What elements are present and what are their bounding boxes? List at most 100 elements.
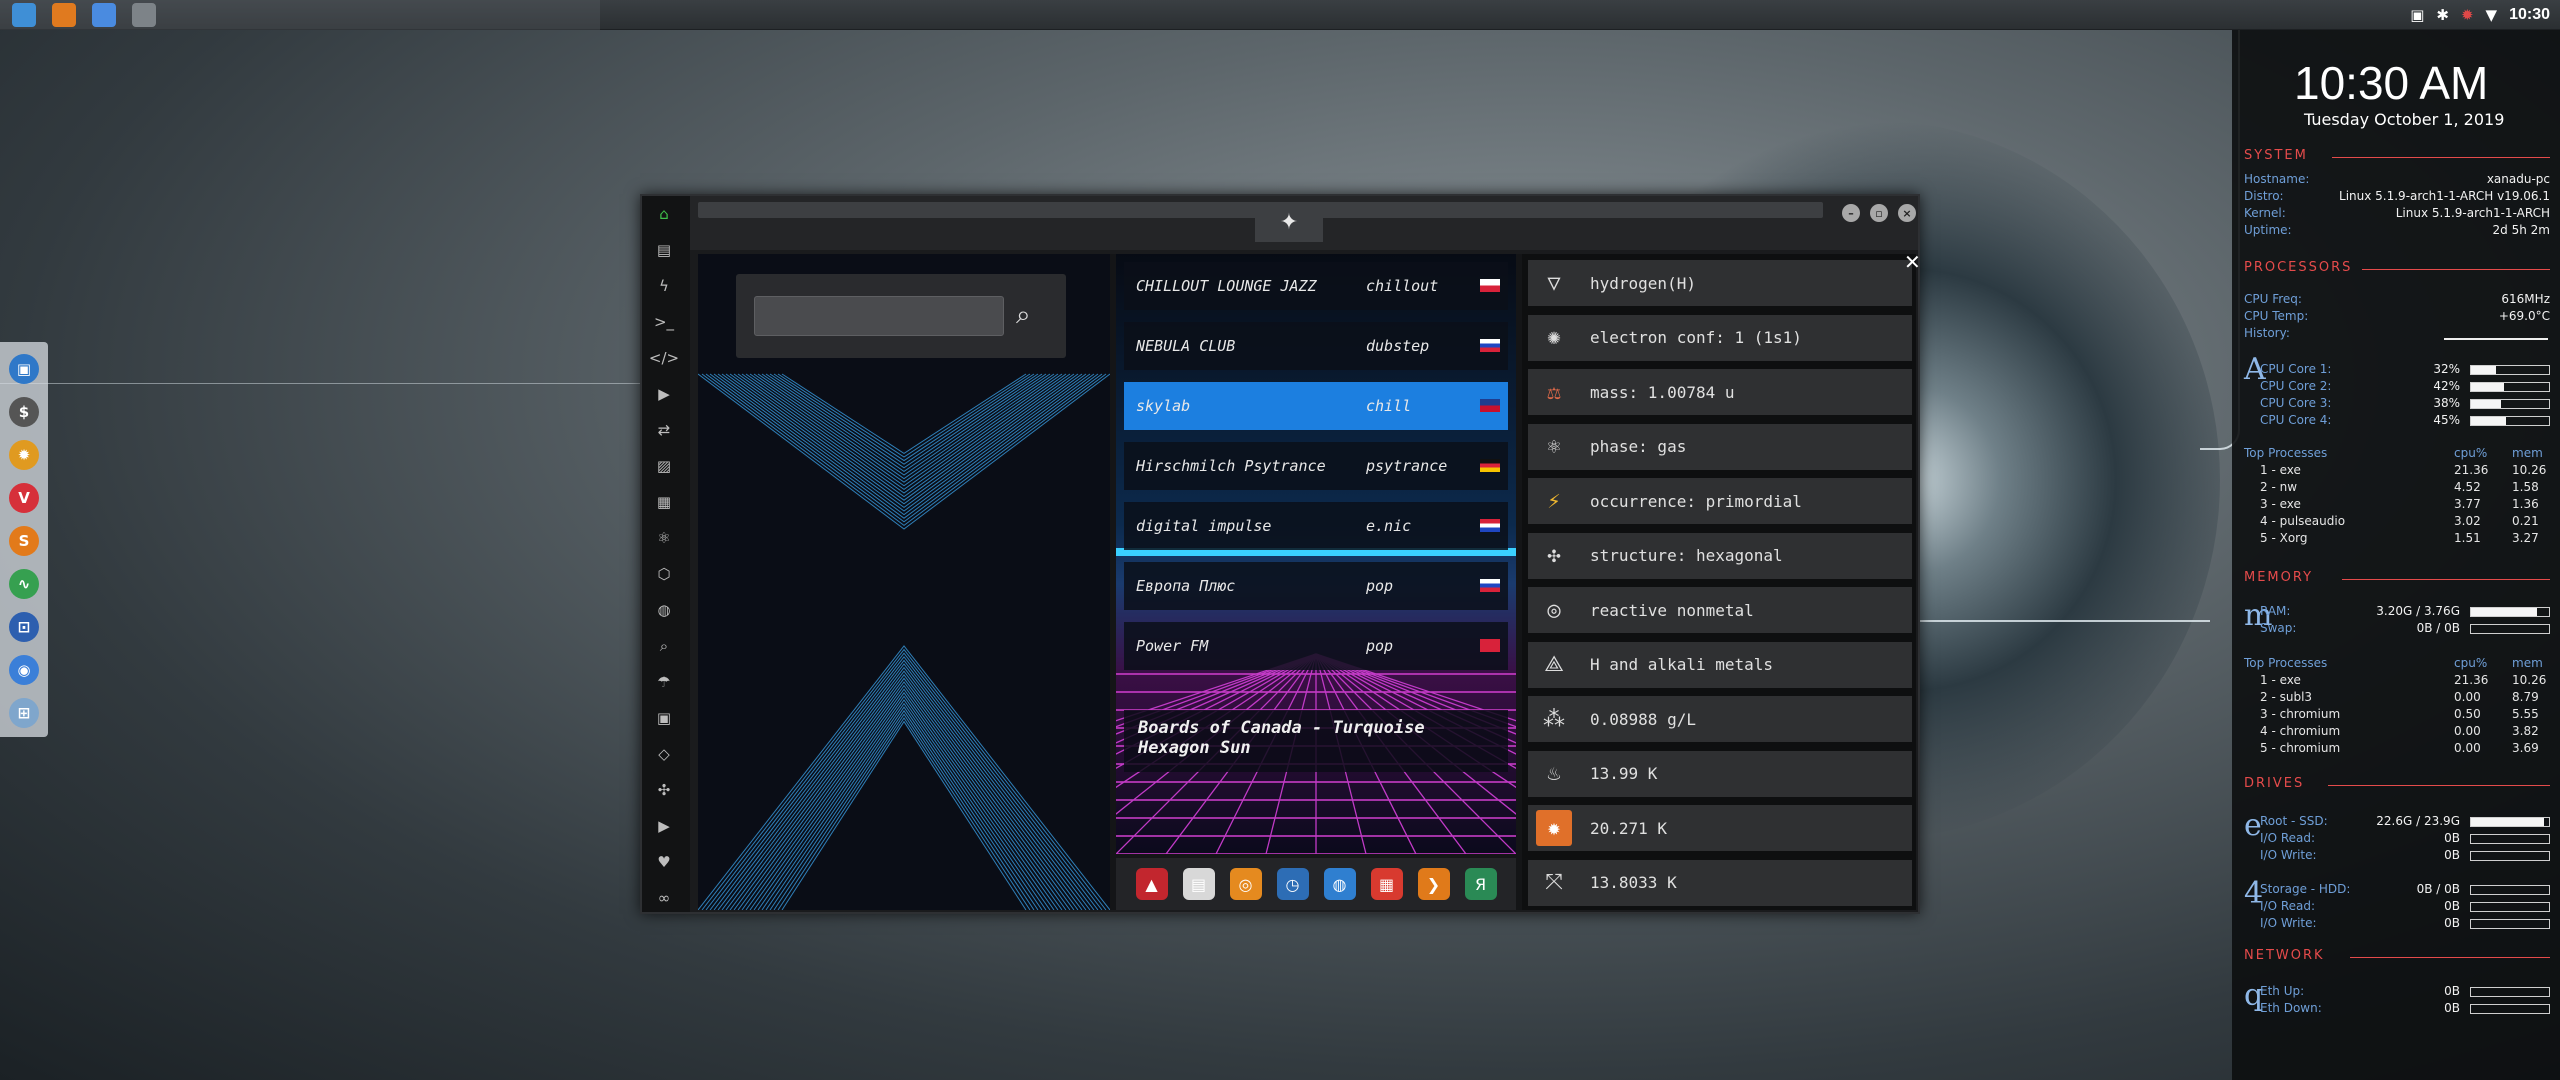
maximize-button[interactable]: ▫ [1870,204,1888,222]
files-icon[interactable]: ▣ [9,354,39,384]
vivaldi-icon[interactable]: V [9,483,39,513]
document-icon[interactable]: ▤ [652,238,676,262]
grid-icon[interactable]: ⊞ [9,698,39,728]
station-name: Hirschmilch Psytrance [1136,457,1326,475]
element-property-row[interactable]: ⟁ H and alkali metals [1528,641,1912,688]
magnifier-app-icon[interactable]: ◎ [1229,868,1262,900]
contact-icon[interactable]: ▣ [652,706,676,730]
conky-key: CPU Core 4: [2260,413,2332,427]
globe-icon[interactable]: ◍ [652,598,676,622]
chromium-icon[interactable]: ◉ [9,655,39,685]
section-divider [2342,579,2550,580]
conky-key: CPU Temp: [2244,309,2309,323]
conky-value: 0B [2444,848,2460,862]
sublime-icon[interactable]: S [9,526,39,556]
calendar-notes-icon[interactable]: ▤ [1182,868,1215,900]
arrow-app-icon[interactable]: ❯ [1417,868,1450,900]
dollar-terminal-icon[interactable]: $ [9,397,39,427]
search-icon[interactable]: ⌕ [1016,300,1048,332]
bolt-icon[interactable]: ϟ [652,274,676,298]
element-property-row[interactable]: ✹ 20.271 K [1528,805,1912,851]
monitor-icon[interactable]: ∿ [9,569,39,599]
element-property-row[interactable]: ♨ 13.99 K [1528,750,1912,797]
workspace-icon[interactable] [132,3,156,27]
heart-icon[interactable]: ♥ [652,850,676,874]
files-icon[interactable] [12,3,36,27]
home-icon[interactable]: ⌂ [652,202,676,226]
process-cpu: 0.00 [2454,741,2481,755]
section-divider [2332,157,2550,158]
app-red-icon[interactable]: ▲ [1135,868,1168,900]
conky-key: I/O Read: [2260,899,2316,913]
infinity-icon[interactable]: ∞ [652,886,676,910]
code-icon[interactable]: </> [649,346,679,370]
bluetooth-icon[interactable]: ✱ [2436,6,2449,24]
clock-app-icon[interactable]: ◷ [1276,868,1309,900]
close-button[interactable]: × [1898,204,1916,222]
station-row[interactable]: NEBULA CLUB dubstep [1124,322,1508,370]
section-divider [2362,269,2550,270]
conky-value: 0B [2444,831,2460,845]
terminal-icon[interactable]: >_ [652,310,676,334]
screenshot-icon[interactable]: ⊡ [9,612,39,642]
conky-key: Root - SSD: [2260,814,2328,828]
calendar-app-icon[interactable]: ▦ [1370,868,1403,900]
search-icon[interactable]: ⌕ [652,634,676,658]
element-property-row[interactable]: ⚡ occurrence: primordial [1528,478,1912,524]
process-name: 3 - exe [2260,497,2301,511]
image-icon[interactable]: ▨ [652,454,676,478]
umbrella-icon[interactable]: ☂ [652,670,676,694]
usage-bar-fill [2471,417,2507,425]
pattern-line [721,373,1087,509]
conky-row: CPU Core 2: 42% [2260,379,2550,396]
element-property-row[interactable]: ⚛ phase: gas [1528,423,1912,470]
conky-row: CPU Freq: 616MHz [2244,292,2550,309]
element-property-row[interactable]: ⚖ mass: 1.00784 u [1528,369,1912,415]
process-mem: 10.26 [2512,463,2547,477]
station-row[interactable]: CHILLOUT LOUNGE JAZZ chillout [1124,262,1508,310]
flag-icon-gb [1480,399,1500,412]
station-row[interactable]: digital impulse e.nic [1124,502,1508,550]
element-property-text: occurrence: primordial [1590,491,1802,511]
wifi-icon[interactable]: ▼ [2486,6,2498,24]
element-property-row[interactable]: ⁂ 0.08988 g/L [1528,696,1912,742]
embed-icon[interactable]: ◇ [652,742,676,766]
element-property-row[interactable]: ▽ hydrogen(H) [1528,260,1912,306]
youtube-icon[interactable]: ▶ [652,814,676,838]
element-property-row[interactable]: ◎ reactive nonmetal [1528,587,1912,633]
element-property-row[interactable]: ⤧ 13.8033 K [1528,859,1912,906]
chromium-icon[interactable] [92,3,116,27]
globe-app-icon[interactable]: ◍ [1323,868,1356,900]
close-panel-icon[interactable]: ✕ [1904,250,1921,274]
usage-bar [2470,607,2550,617]
minimize-button[interactable]: – [1842,204,1860,222]
element-property-row[interactable]: ✺ electron conf: 1 (1s1) [1528,314,1912,361]
settings-icon[interactable]: ✹ [9,440,39,470]
station-row[interactable]: Power FM pop [1124,622,1508,670]
usage-bar [2470,817,2550,827]
atom-icon[interactable]: ⚛ [652,526,676,550]
process-name: 2 - nw [2260,480,2298,494]
window-titlebar[interactable]: ✦ – ▫ × [690,196,1918,250]
conky-section-title: MEMORY [2244,570,2314,585]
tray-clock[interactable]: 10:30 [2509,6,2550,24]
station-row[interactable]: Европа Плюс pop [1124,562,1508,610]
element-property-row[interactable]: ✣ structure: hexagonal [1528,532,1912,579]
network-icon[interactable]: ✣ [652,778,676,802]
pattern-line [753,373,1055,480]
search-input[interactable] [754,296,1004,336]
conky-key: I/O Write: [2260,916,2317,930]
station-row[interactable]: skylab chill [1124,382,1508,430]
conky-row: Uptime: 2d 5h 2m [2244,223,2550,240]
update-icon[interactable]: ✹ [2461,6,2474,24]
news-icon[interactable]: ▦ [652,490,676,514]
translate-icon[interactable]: ⇄ [652,418,676,442]
conky-date: Tuesday October 1, 2019 [2304,110,2505,129]
sublime-icon[interactable] [52,3,76,27]
process-row: 4 - pulseaudio 3.02 0.21 [2260,514,2550,531]
hexagon-icon[interactable]: ⬡ [652,562,676,586]
screenshot-tray-icon[interactable]: ▣ [2410,6,2424,24]
yandex-app-icon[interactable]: Я [1464,868,1497,900]
station-row[interactable]: Hirschmilch Psytrance psytrance [1124,442,1508,490]
play-icon[interactable]: ▶ [652,382,676,406]
